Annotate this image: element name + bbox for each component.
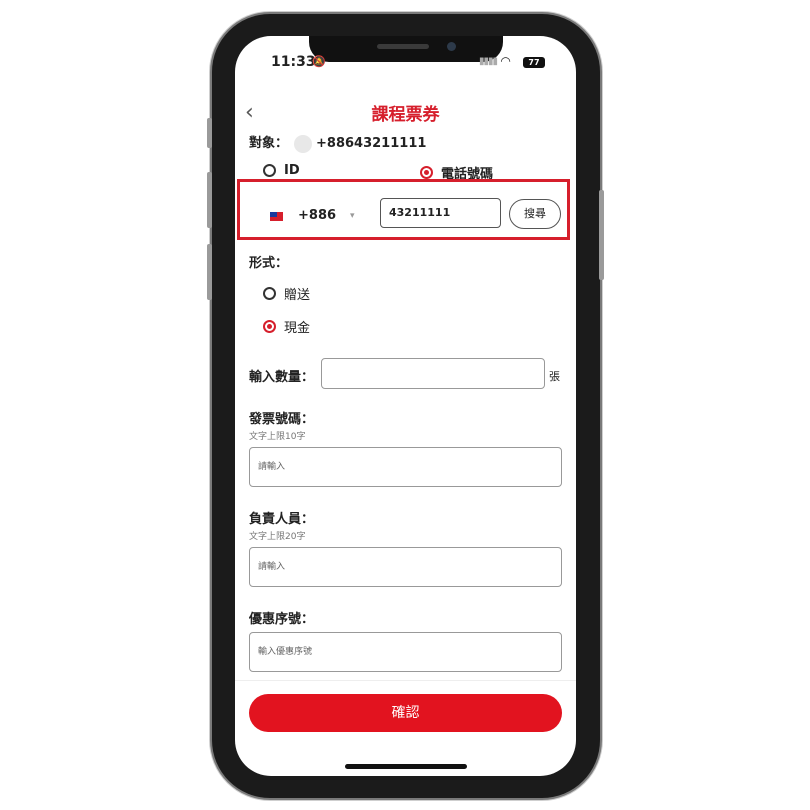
invoice-input[interactable]: 請輸入: [249, 447, 562, 487]
invoice-label: 發票號碼：: [249, 412, 315, 427]
quantity-label: 輸入數量：: [249, 370, 315, 385]
target-phone: +88643211111: [316, 136, 427, 151]
avatar: [294, 134, 313, 153]
staff-hint: 文字上限20字: [249, 532, 306, 542]
radio-cash-button[interactable]: [263, 320, 276, 333]
invoice-hint: 文字上限10字: [249, 432, 306, 442]
target-label: 對象：: [249, 136, 289, 151]
silent-bell-icon: 🔕: [312, 55, 326, 68]
radio-phone-button[interactable]: [420, 166, 433, 179]
quantity-input[interactable]: [321, 358, 545, 389]
radio-id-button[interactable]: [263, 164, 276, 177]
battery-icon: 77: [523, 57, 545, 68]
country-code-select[interactable]: +886: [298, 208, 336, 223]
form-type-label: 形式：: [249, 256, 289, 271]
status-time: 11:33: [271, 54, 316, 70]
divider: [235, 680, 576, 681]
quantity-unit: 張: [549, 370, 560, 383]
volume-down-button: [207, 244, 212, 300]
staff-input[interactable]: 請輸入: [249, 547, 562, 587]
radio-gift-button[interactable]: [263, 287, 276, 300]
power-button: [599, 190, 604, 280]
coupon-label: 優惠序號：: [249, 612, 315, 627]
radio-id[interactable]: ID: [263, 163, 300, 178]
confirm-button[interactable]: 確認: [249, 694, 562, 732]
volume-up-button: [207, 172, 212, 228]
front-camera: [447, 42, 456, 51]
search-button[interactable]: 搜尋: [509, 199, 561, 229]
target-row: 對象： +88643211111: [249, 132, 426, 153]
home-indicator: [345, 764, 467, 769]
radio-cash[interactable]: 現金: [263, 317, 310, 336]
radio-gift[interactable]: 贈送: [263, 284, 310, 303]
page-title: 課程票券: [371, 105, 440, 125]
phone-number-input[interactable]: 43211111: [380, 198, 501, 228]
taiwan-flag-icon: [270, 212, 283, 221]
app-screen: 11:33 🔕 ▮▮▮▮ ◠ 77 ‹ 課程票券 對象： +88643211111…: [235, 36, 576, 776]
status-bar: 11:33 🔕 ▮▮▮▮ ◠ 77: [235, 54, 576, 74]
cellular-signal-icon: ▮▮▮▮: [479, 56, 498, 67]
staff-label: 負責人員：: [249, 512, 315, 527]
wifi-icon: ◠: [501, 54, 511, 68]
speaker: [377, 44, 429, 49]
coupon-input[interactable]: 輸入優惠序號: [249, 632, 562, 672]
chevron-down-icon[interactable]: ▾: [350, 211, 355, 221]
mute-switch: [207, 118, 212, 148]
radio-gift-label: 贈送: [284, 288, 311, 303]
radio-id-label: ID: [284, 163, 300, 178]
radio-cash-label: 現金: [284, 321, 311, 336]
